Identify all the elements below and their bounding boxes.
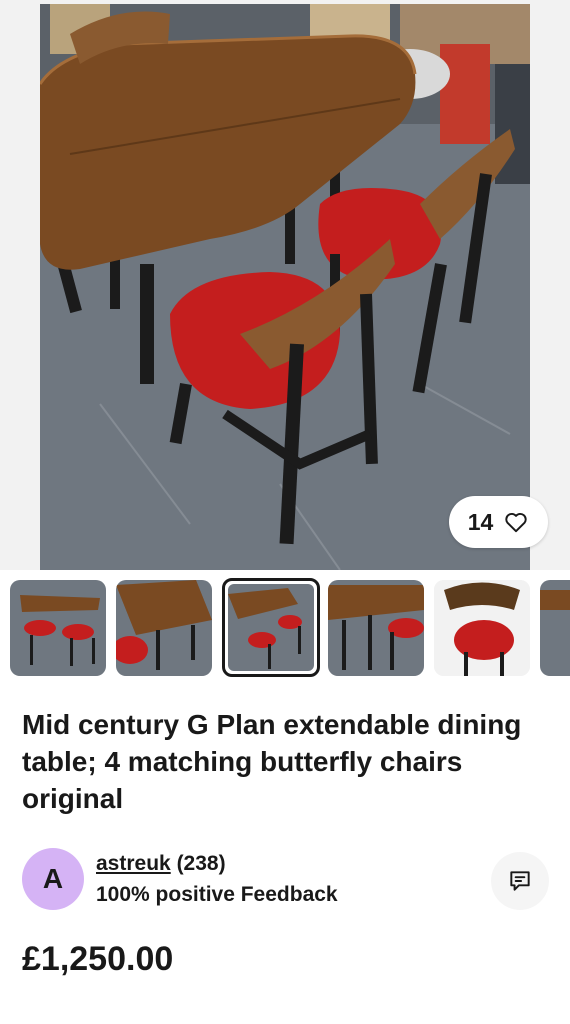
thumbnail-2[interactable]: [116, 580, 212, 676]
thumbnail-3-selected[interactable]: [222, 578, 320, 677]
thumbnail-6[interactable]: [540, 580, 570, 676]
chat-bubble-icon: [510, 871, 530, 891]
thumbnail-strip[interactable]: [0, 576, 570, 680]
main-listing-photo[interactable]: [40, 4, 530, 570]
watch-button[interactable]: 14: [449, 496, 548, 548]
thumbnail-4[interactable]: [328, 580, 424, 676]
watch-count: 14: [467, 508, 494, 535]
seller-username-link[interactable]: astreuk: [96, 852, 171, 875]
thumbnail-5[interactable]: [434, 580, 530, 676]
message-seller-button[interactable]: [491, 852, 549, 910]
hero-image-area[interactable]: 14: [0, 0, 570, 570]
thumbnail-1[interactable]: [10, 580, 106, 676]
seller-feedback-percent: 100% positive Feedback: [96, 883, 338, 906]
seller-feedback-count: (238): [176, 852, 226, 875]
listing-title: Mid century G Plan extendable dining tab…: [22, 709, 522, 814]
heart-icon: [505, 513, 527, 533]
seller-name-row: astreuk (238): [96, 852, 226, 876]
seller-info[interactable]: A astreuk (238) 100% positive Feedback: [22, 848, 552, 914]
listing-price: £1,250.00: [22, 940, 174, 978]
avatar[interactable]: A: [22, 848, 84, 910]
